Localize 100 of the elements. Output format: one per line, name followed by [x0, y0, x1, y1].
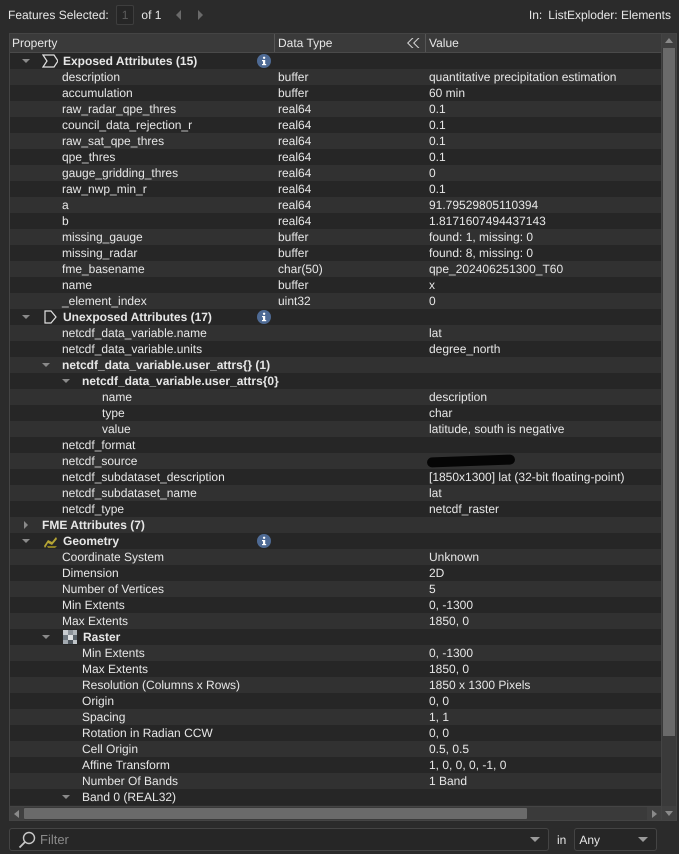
data-type: real64 [278, 118, 312, 132]
attribute-value: 1, 0, 0, 0, -1, 0 [429, 758, 506, 772]
in-label: in [557, 832, 566, 846]
property-name: gauge_gridding_thres [62, 166, 178, 180]
attribute-value: lat [429, 486, 442, 500]
attribute-value: 0 [429, 166, 436, 180]
scroll-left-icon[interactable] [10, 807, 24, 820]
attribute-value: [1850x1300] lat (32-bit floating-point) [429, 470, 624, 484]
arrow-icon [42, 309, 58, 325]
property-name: Origin [82, 694, 114, 708]
property-name: missing_gauge [62, 230, 143, 244]
attribute-value: char [429, 406, 452, 420]
group-label[interactable]: FME Attributes (7) [42, 518, 145, 532]
property-name: fme_basename [62, 262, 145, 276]
attribute-value: 0.1 [429, 182, 446, 196]
attribute-value: 0, -1300 [429, 598, 474, 612]
data-type: real64 [278, 214, 312, 228]
attribute-value: 0.1 [429, 118, 446, 132]
attribute-value: 0, -1300 [429, 646, 474, 660]
property-name: netcdf_source [62, 454, 138, 468]
attribute-value: 0, 0 [429, 726, 450, 740]
property-name: Dimension [62, 566, 119, 580]
vertical-scrollbar[interactable] [661, 34, 676, 820]
data-type: buffer [278, 278, 308, 292]
data-type: real64 [278, 182, 312, 196]
dropdown-icon[interactable] [638, 837, 648, 842]
property-name: netcdf_format [62, 438, 136, 452]
group-label[interactable]: Raster [83, 630, 120, 644]
attribute-value: 91.79529805110394 [429, 198, 538, 212]
data-type: buffer [278, 70, 308, 84]
collapse-arrow-icon[interactable] [62, 379, 70, 383]
property-name: Affine Transform [82, 758, 170, 772]
collapse-icon[interactable] [406, 38, 420, 48]
property-name: name [62, 278, 92, 292]
info-icon[interactable] [257, 54, 271, 68]
next-icon[interactable] [197, 10, 204, 20]
expand-arrow-icon[interactable] [22, 521, 30, 529]
property-name: Number Of Bands [82, 774, 178, 788]
scroll-up-icon[interactable] [662, 34, 676, 48]
property-name: netcdf_subdataset_description [62, 470, 225, 484]
attribute-value: netcdf_raster [429, 502, 500, 516]
scroll-right-icon[interactable] [647, 807, 661, 820]
dropdown-icon[interactable] [530, 837, 540, 842]
column-header[interactable]: Data Type [275, 34, 426, 52]
attribute-value: degree_north [429, 342, 500, 356]
property-name: a [62, 198, 69, 212]
collapse-arrow-icon[interactable] [22, 59, 30, 63]
data-type: real64 [278, 198, 312, 212]
page-total: of 1 [141, 8, 162, 22]
property-name: type [102, 406, 125, 420]
attribute-value: lat [429, 326, 442, 340]
attribute-value: found: 1, missing: 0 [429, 230, 534, 244]
property-name: b [62, 214, 69, 228]
property-name: Rotation in Radian CCW [82, 726, 213, 740]
info-icon[interactable] [257, 310, 271, 324]
collapse-arrow-icon[interactable] [22, 315, 30, 319]
property-name: Min Extents [62, 598, 125, 612]
horizontal-scrollbar[interactable] [10, 806, 661, 820]
group-label[interactable]: Band 0 (REAL32) [82, 790, 176, 804]
collapse-arrow-icon[interactable] [42, 363, 50, 367]
attribute-value: 1850, 0 [429, 662, 470, 676]
property-name: accumulation [62, 86, 133, 100]
in-label: In: [528, 8, 542, 22]
data-type: real64 [278, 150, 312, 164]
attribute-value: qpe_202406251300_T60 [429, 262, 564, 276]
attribute-value: 1 Band [429, 774, 468, 788]
attribute-value: 5 [429, 582, 436, 596]
property-name: raw_sat_qpe_thres [62, 134, 164, 148]
data-type: buffer [278, 86, 308, 100]
scroll-down-icon[interactable] [662, 806, 676, 820]
attribute-value: 0.1 [429, 150, 446, 164]
data-type: buffer [278, 246, 308, 260]
info-icon[interactable] [257, 534, 271, 548]
property-name: Coordinate System [62, 550, 164, 564]
property-name: value [102, 422, 131, 436]
collapse-arrow-icon[interactable] [62, 795, 70, 799]
search-icon [18, 831, 36, 849]
sigma-icon [42, 53, 58, 69]
data-type: real64 [278, 102, 312, 116]
property-name: qpe_thres [62, 150, 116, 164]
data-type: real64 [278, 166, 312, 180]
transformer-name: ListExploder: Elements [548, 8, 671, 22]
collapse-arrow-icon[interactable] [42, 635, 50, 639]
property-name: name [102, 390, 132, 404]
attribute-value: quantitative precipitation estimation [429, 70, 616, 84]
raster-icon [62, 629, 78, 645]
attribute-value: 0.5, 0.5 [429, 742, 470, 756]
property-name: _element_index [62, 294, 147, 308]
group-label[interactable]: Geometry [63, 534, 120, 548]
previous-icon[interactable] [176, 10, 182, 20]
collapse-arrow-icon[interactable] [22, 539, 30, 543]
filter-field[interactable]: Filter [9, 828, 549, 851]
scope-dropdown[interactable]: Any [574, 828, 658, 851]
property-name: Max Extents [82, 662, 148, 676]
column-header[interactable]: Property [10, 34, 275, 52]
column-header[interactable]: Value [426, 34, 661, 52]
group-label[interactable]: Exposed Attributes (15) [63, 54, 198, 68]
data-type: buffer [278, 230, 308, 244]
attribute-value: found: 8, missing: 0 [429, 246, 534, 260]
property-name: Number of Vertices [62, 582, 164, 596]
